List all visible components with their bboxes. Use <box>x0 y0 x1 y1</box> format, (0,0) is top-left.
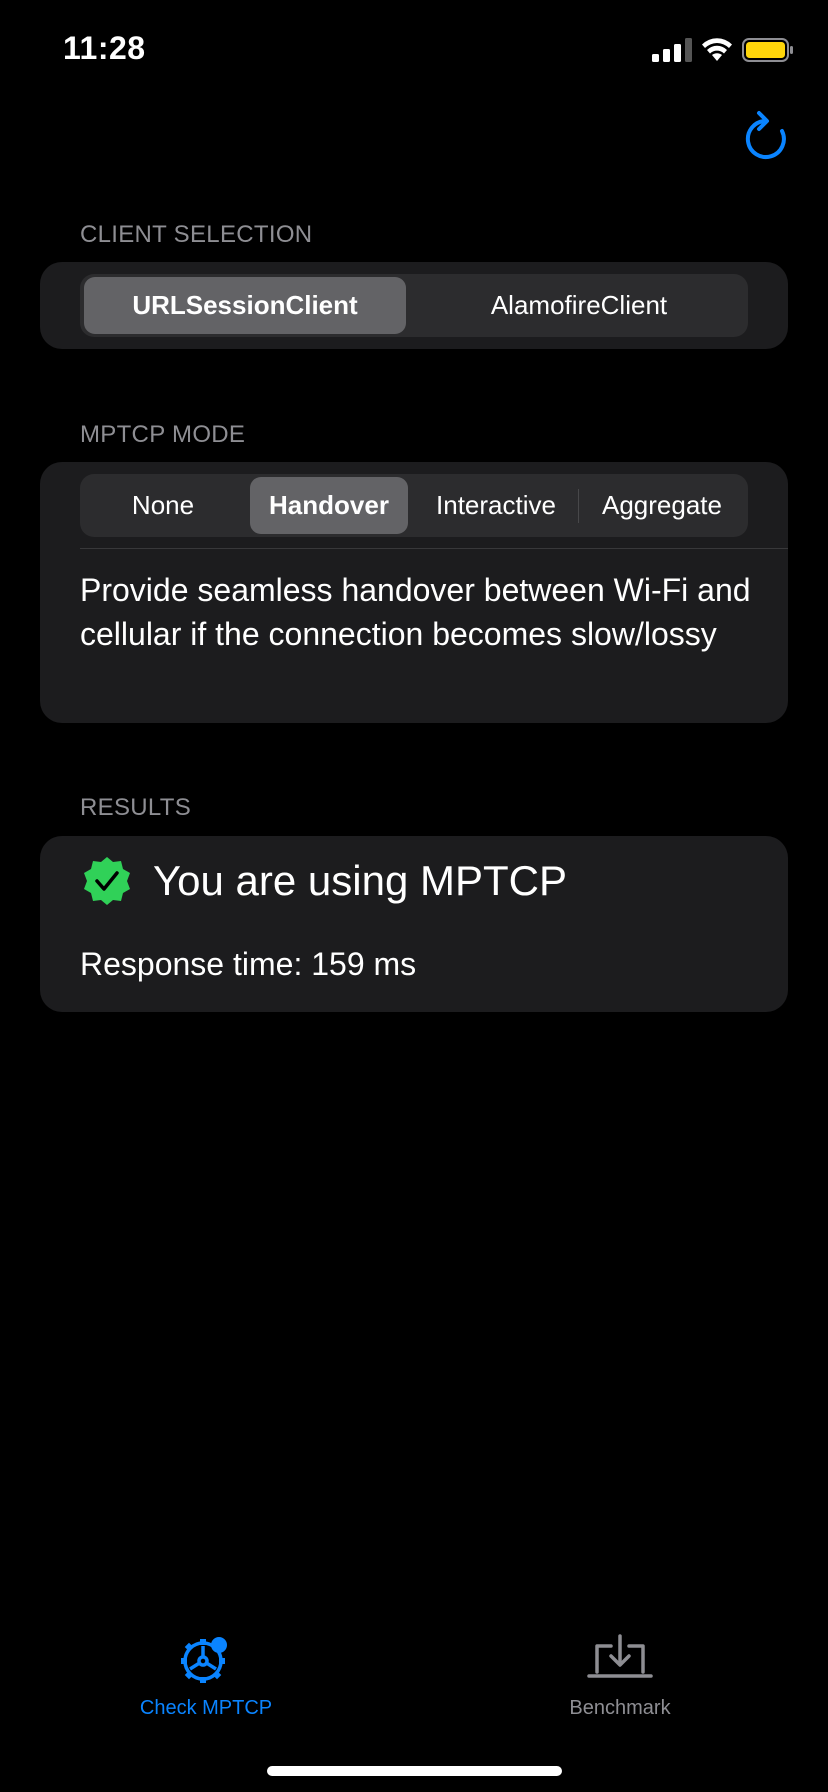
response-time: Response time: 159 ms <box>80 946 417 982</box>
segment-alamofireclient[interactable]: AlamofireClient <box>414 277 744 334</box>
client-selection-header: CLIENT SELECTION <box>80 221 313 248</box>
segment-urlsessionclient[interactable]: URLSessionClient <box>84 277 406 334</box>
results-card: You are using MPTCP Response time: 159 m… <box>40 836 788 1012</box>
result-title: You are using MPTCP <box>153 857 567 904</box>
checkmark-seal-icon <box>84 857 130 905</box>
segment-none[interactable]: None <box>84 477 242 534</box>
tab-check-mptcp-label: Check MPTCP <box>139 1697 273 1719</box>
home-indicator <box>267 1766 562 1776</box>
mode-description: Provide seamless handover between Wi-Fi … <box>80 572 751 652</box>
gear-badge-icon <box>181 1637 227 1683</box>
segment-divider <box>578 489 579 523</box>
results-header: RESULTS <box>80 794 192 821</box>
status-bar: 11:28 <box>0 0 828 100</box>
segment-handover[interactable]: Handover <box>250 477 408 534</box>
mptcp-mode-header: MPTCP MODE <box>80 421 246 448</box>
mptcp-mode-segmented-control: None Handover Interactive Aggregate <box>80 474 748 537</box>
client-selection-card: URLSessionClient AlamofireClient <box>40 262 788 349</box>
segment-interactive[interactable]: Interactive <box>414 477 578 534</box>
tab-check-mptcp[interactable]: Check MPTCP <box>126 1632 286 1720</box>
mptcp-mode-card: None Handover Interactive Aggregate Prov… <box>40 462 788 723</box>
battery-icon <box>742 38 793 62</box>
refresh-button[interactable] <box>740 110 792 164</box>
segment-aggregate[interactable]: Aggregate <box>580 477 744 534</box>
mode-divider <box>80 548 788 549</box>
laptop-download-icon <box>587 1634 653 1678</box>
tab-benchmark[interactable]: Benchmark <box>540 1632 700 1720</box>
cellular-signal-icon <box>652 38 692 62</box>
tab-benchmark-label: Benchmark <box>569 1697 671 1719</box>
wifi-icon <box>702 38 732 61</box>
status-time: 11:28 <box>63 30 146 66</box>
client-segmented-control: URLSessionClient AlamofireClient <box>80 274 748 337</box>
